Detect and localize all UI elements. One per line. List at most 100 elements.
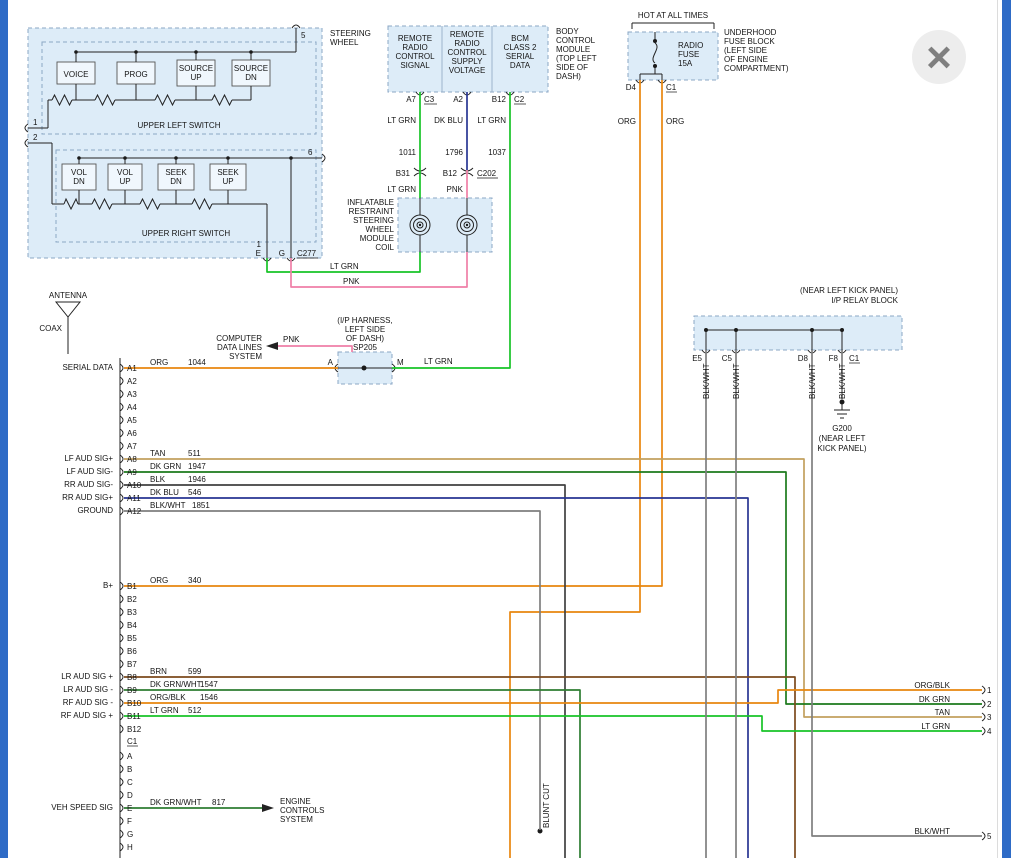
- pin-b2: B2: [127, 595, 137, 604]
- pin-a9: A9: [127, 468, 137, 477]
- data-lines-arrow-icon: [266, 342, 278, 350]
- dlc-label-3: SYSTEM: [229, 352, 262, 361]
- vol-up-label-2: UP: [119, 177, 130, 186]
- row-b-plus: B+: [103, 581, 113, 590]
- w-b9-color: DK GRN/WHT: [150, 680, 202, 689]
- pin-b7: B7: [127, 660, 137, 669]
- bcm-pin-b12: B12: [492, 95, 507, 104]
- relay-pin-d8: D8: [798, 354, 809, 363]
- antenna-icon: [56, 302, 80, 317]
- pin-a8: A8: [127, 455, 137, 464]
- ground-loc-1: (NEAR LEFT: [819, 434, 866, 443]
- wire-b8-brn: [124, 677, 795, 858]
- bcm-col1-4: SIGNAL: [400, 61, 430, 70]
- pin-b8: B8: [127, 673, 137, 682]
- pin-a7: A7: [127, 442, 137, 451]
- bcm-col1-3: CONTROL: [395, 52, 435, 61]
- row-lr-aud-plus: LR AUD SIG +: [61, 672, 113, 681]
- w-e-color: DK GRN/WHT: [150, 798, 202, 807]
- row-rf-aud-minus: RF AUD SIG -: [63, 698, 114, 707]
- splice-label-1: (I/P HARNESS,: [337, 316, 392, 325]
- bcm-col3-1: BCM: [511, 34, 529, 43]
- w-e-num: 817: [212, 798, 226, 807]
- coil-label-2: RESTRAINT: [349, 207, 394, 216]
- bcm-col3-4: DATA: [510, 61, 531, 70]
- relay-pin-c5: C5: [722, 354, 733, 363]
- blunt-cut-label: BLUNT CUT: [542, 783, 551, 828]
- dlc-label-1: COMPUTER: [216, 334, 262, 343]
- connector-c202: C202: [477, 169, 497, 178]
- relay-label-1: (NEAR LEFT KICK PANEL): [800, 286, 898, 295]
- pin-c-d: D: [127, 791, 133, 800]
- pin-1: 1: [33, 118, 38, 127]
- wiring-diagram-viewer: STEERING WHEEL UPPER LEFT SWITCH VOICE P…: [0, 0, 1011, 858]
- source-dn-label-2: DN: [245, 73, 257, 82]
- bcm-conn-c2: C2: [514, 95, 525, 104]
- antenna-label: ANTENNA: [49, 291, 88, 300]
- rc-row4-pin: 4: [987, 727, 992, 736]
- prog-label: PROG: [124, 70, 148, 79]
- pin-c-g: G: [127, 830, 133, 839]
- fuse-block-label-4: OF ENGINE: [724, 55, 768, 64]
- relay-wire-label-4: BLK/WHT: [838, 363, 847, 399]
- coil-label-6: COIL: [375, 243, 394, 252]
- pin-a6: A6: [127, 429, 137, 438]
- bcm-label-6: DASH): [556, 72, 581, 81]
- bcm-conn-c3: C3: [424, 95, 435, 104]
- engine-label-3: SYSTEM: [280, 815, 313, 824]
- pin-1b: 1: [257, 240, 262, 249]
- w-a9-num: 1947: [188, 462, 206, 471]
- row-serial-data: SERIAL DATA: [62, 363, 113, 372]
- pin-c-c: C: [127, 778, 133, 787]
- wire-a12-blkwht-bluntcut: [124, 511, 540, 830]
- splice-label-3: OF DASH): [346, 334, 385, 343]
- c202-pin-b31: B31: [396, 169, 411, 178]
- splice-label-4: SP205: [353, 343, 378, 352]
- window-left-border: [0, 0, 8, 858]
- rc-row3-color: TAN: [935, 708, 951, 717]
- seek-dn-label-1: SEEK: [165, 168, 187, 177]
- seek-up-label-1: SEEK: [217, 168, 239, 177]
- bcm-pin-a7: A7: [406, 95, 416, 104]
- bcm-w1b-color: LT GRN: [387, 185, 416, 194]
- pin-a5: A5: [127, 416, 137, 425]
- pin-b5: B5: [127, 634, 137, 643]
- coil-label-5: MODULE: [360, 234, 394, 243]
- fuse-w1-org: ORG: [618, 117, 636, 126]
- pin-g: G: [279, 249, 285, 258]
- w-a10-color: BLK: [150, 475, 166, 484]
- seek-up-label-2: UP: [222, 177, 233, 186]
- bcm-label-5: SIDE OF: [556, 63, 588, 72]
- vol-dn-label-2: DN: [73, 177, 85, 186]
- engine-controls-arrow-icon: [262, 804, 274, 812]
- pin-b1: B1: [127, 582, 137, 591]
- wire-fuse-feed-org: [510, 80, 640, 858]
- computer-data-texts: COMPUTER DATA LINES SYSTEM PNK: [216, 334, 300, 361]
- rc-row5-color: BLK/WHT: [914, 827, 950, 836]
- close-button[interactable]: ×: [912, 30, 966, 84]
- bcm-label-4: (TOP LEFT: [556, 54, 597, 63]
- wheel-pnk-label: PNK: [343, 277, 360, 286]
- bcm-label-1: BODY: [556, 27, 579, 36]
- pin-a12: A12: [127, 507, 142, 516]
- w-a9-color: DK GRN: [150, 462, 181, 471]
- fuse-block-label-1: UNDERHOOD: [724, 28, 777, 37]
- bcm-col2-4: SUPPLY: [452, 57, 484, 66]
- fuse-name-3: 15A: [678, 59, 693, 68]
- vol-up-label-1: VOL: [117, 168, 134, 177]
- engine-label-2: CONTROLS: [280, 806, 324, 815]
- fuse-block-label-2: FUSE BLOCK: [724, 37, 775, 46]
- wire-a9-dkgrn: [124, 472, 982, 704]
- upper-left-switch-caption: UPPER LEFT SWITCH: [138, 121, 221, 130]
- bcm-col2-5: VOLTAGE: [449, 66, 486, 75]
- w-b8-color: BRN: [150, 667, 167, 676]
- relay-wire-label-1: BLK/WHT: [702, 363, 711, 399]
- rc-row1-pin: 1: [987, 686, 992, 695]
- steering-label-1: STEERING: [330, 29, 371, 38]
- relay-conn-c1: C1: [849, 354, 860, 363]
- splice-pin-a: A: [328, 358, 334, 367]
- pin-6: 6: [308, 148, 313, 157]
- relay-wire-label-3: BLK/WHT: [808, 363, 817, 399]
- close-icon[interactable]: ×: [926, 33, 952, 82]
- window-right-border: [1002, 0, 1011, 858]
